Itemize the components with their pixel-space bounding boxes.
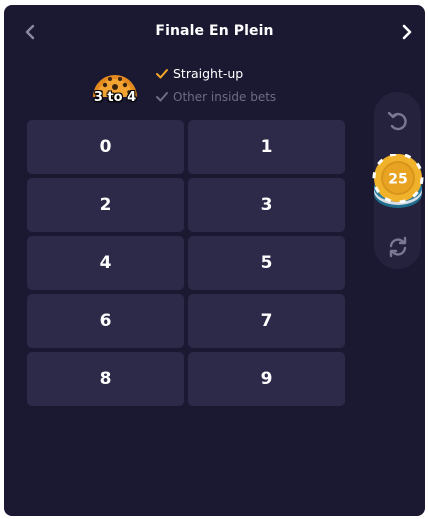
number-cell-4[interactable]: 4 (27, 236, 184, 290)
number-cell-8[interactable]: 8 (27, 352, 184, 406)
option-label: Other inside bets (173, 90, 277, 104)
chip-value: 25 (388, 172, 407, 188)
number-cell-0[interactable]: 0 (27, 120, 184, 174)
finale-en-plein-panel: Finale En Plein 3 to 4 Straight-up Other… (4, 5, 425, 516)
option-straight-up: Straight-up (155, 66, 243, 81)
bet-controls-sidebar: 25 (372, 92, 424, 269)
number-cell-7[interactable]: 7 (188, 294, 345, 348)
number-grid: 0 1 2 3 4 5 6 7 8 9 (27, 120, 345, 406)
number-cell-5[interactable]: 5 (188, 236, 345, 290)
checkmark-icon (156, 92, 168, 102)
number-cell-9[interactable]: 9 (188, 352, 345, 406)
option-other-inside-bets: Other inside bets (155, 90, 276, 104)
poker-chip-icon: 25 (372, 152, 424, 208)
number-cell-1[interactable]: 1 (188, 120, 345, 174)
number-cell-2[interactable]: 2 (27, 178, 184, 232)
chip-selector[interactable]: 25 (372, 152, 424, 214)
number-cell-6[interactable]: 6 (27, 294, 184, 348)
panel-title: Finale En Plein (155, 23, 274, 39)
option-label: Straight-up (173, 66, 244, 81)
panel-header: Finale En Plein (4, 5, 425, 59)
number-cell-3[interactable]: 3 (188, 178, 345, 232)
chevron-right-icon[interactable] (398, 23, 416, 41)
payout-label: 3 to 4 (93, 90, 137, 105)
undo-icon[interactable] (386, 109, 410, 133)
repeat-icon[interactable] (386, 235, 410, 259)
payout-badge: 3 to 4 (87, 65, 143, 109)
checkmark-icon (156, 68, 168, 78)
